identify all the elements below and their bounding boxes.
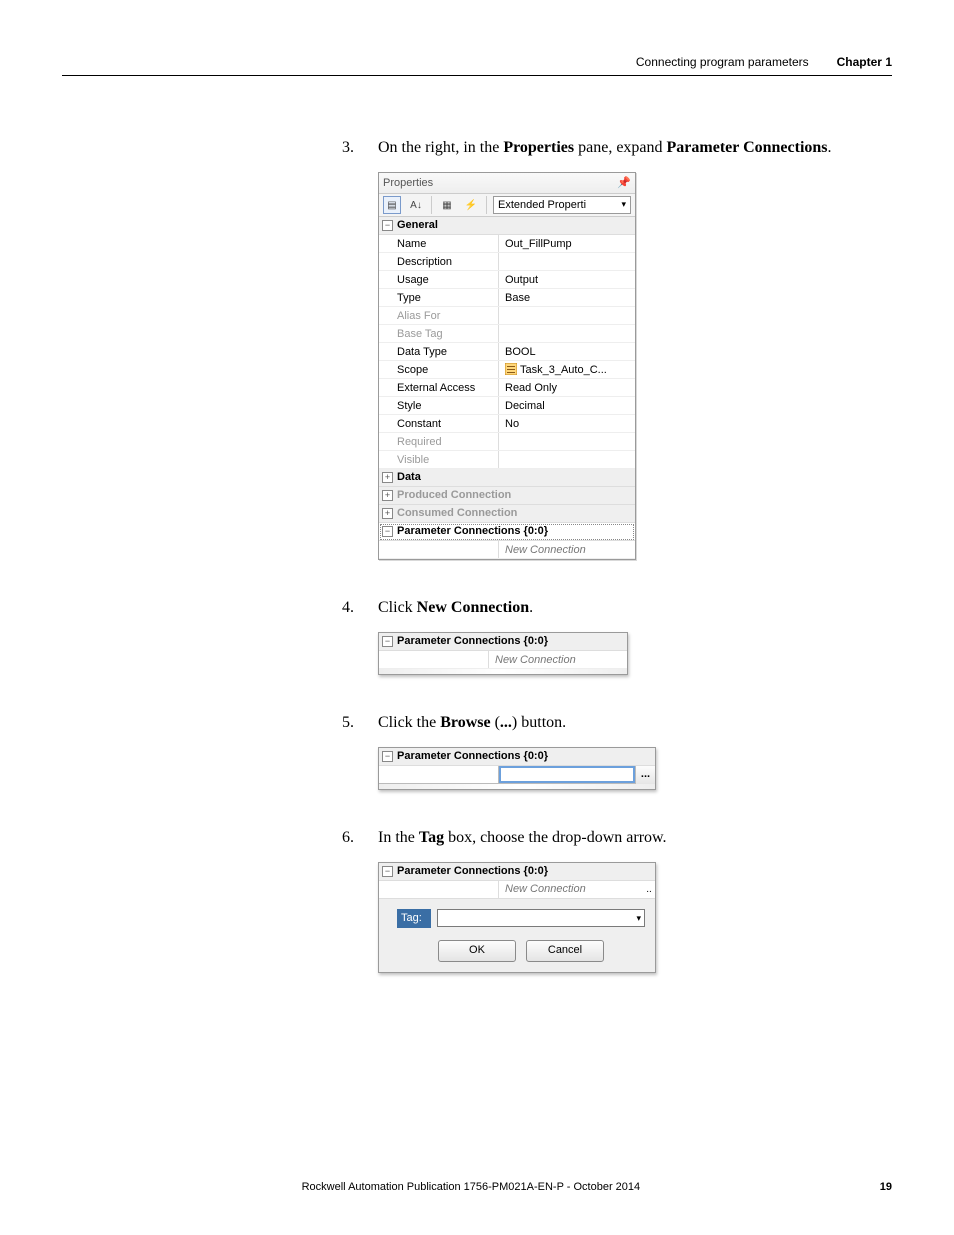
step-5-number: 5. xyxy=(342,711,360,818)
category-consumed-connection: + Consumed Connection xyxy=(379,505,635,523)
properties-toolbar: ▤ A↓ ▦ ⚡ Extended Properti▾ xyxy=(379,193,635,217)
step-4-text: Click New Connection. xyxy=(378,596,892,620)
prop-row-constant: ConstantNo xyxy=(379,415,635,433)
browse-dots[interactable]: .. xyxy=(643,881,655,898)
header-rule xyxy=(62,75,892,76)
category-data[interactable]: + Data xyxy=(379,469,635,487)
prop-row-basetag: Base Tag xyxy=(379,325,635,343)
category-parameter-connections[interactable]: − Parameter Connections {0:0} xyxy=(379,633,627,651)
collapse-icon[interactable]: − xyxy=(382,751,393,762)
expand-icon: + xyxy=(382,490,393,501)
new-connection-row[interactable]: New Connection xyxy=(379,541,635,559)
step-3-number: 3. xyxy=(342,136,360,588)
new-connection-row[interactable]: New Connection .. xyxy=(379,881,655,899)
param-conn-box-step6: − Parameter Connections {0:0} New Connec… xyxy=(378,862,656,973)
prop-row-description: Description xyxy=(379,253,635,271)
cancel-button[interactable]: Cancel xyxy=(526,940,604,962)
tag-label: Tag: xyxy=(397,909,431,928)
footer-page-number: 19 xyxy=(880,1181,892,1193)
properties-page-icon[interactable]: ▦ xyxy=(438,196,456,214)
expand-icon[interactable]: + xyxy=(382,472,393,483)
category-produced-connection: + Produced Connection xyxy=(379,487,635,505)
header-section: Connecting program parameters xyxy=(636,55,809,69)
categorize-icon[interactable]: ▤ xyxy=(383,196,401,214)
category-parameter-connections[interactable]: − Parameter Connections {0:0} xyxy=(379,748,655,766)
step-5-text: Click the Browse (...) button. xyxy=(378,711,892,735)
torn-edge xyxy=(379,784,655,789)
tag-dropdown[interactable]: ▾ xyxy=(437,909,645,927)
footer-publication: Rockwell Automation Publication 1756-PM0… xyxy=(62,1181,880,1193)
param-conn-box-step5: − Parameter Connections {0:0} ... xyxy=(378,747,656,790)
step-3-text: On the right, in the Properties pane, ex… xyxy=(378,136,892,160)
step-4-number: 4. xyxy=(342,596,360,703)
prop-row-visible: Visible xyxy=(379,451,635,469)
torn-edge xyxy=(379,669,627,674)
collapse-icon[interactable]: − xyxy=(382,526,393,537)
collapse-icon[interactable]: − xyxy=(382,866,393,877)
pin-icon[interactable]: 📌 xyxy=(617,175,631,192)
prop-row-type: TypeBase xyxy=(379,289,635,307)
toolbar-separator xyxy=(431,196,432,214)
category-parameter-connections[interactable]: − Parameter Connections {0:0} xyxy=(379,863,655,881)
connection-input[interactable] xyxy=(499,766,635,783)
properties-titlebar: Properties 📌 xyxy=(379,173,635,193)
param-conn-box-step4: − Parameter Connections {0:0} New Connec… xyxy=(378,632,628,675)
prop-row-datatype: Data TypeBOOL xyxy=(379,343,635,361)
new-connection-row[interactable]: New Connection xyxy=(379,651,627,669)
collapse-icon[interactable]: − xyxy=(382,636,393,647)
ok-button[interactable]: OK xyxy=(438,940,516,962)
scope-icon xyxy=(505,363,517,375)
prop-row-usage: UsageOutput xyxy=(379,271,635,289)
lightning-icon[interactable]: ⚡ xyxy=(462,196,480,214)
toolbar-separator xyxy=(486,196,487,214)
prop-row-required: Required xyxy=(379,433,635,451)
step-6-text: In the Tag box, choose the drop-down arr… xyxy=(378,826,892,850)
properties-title: Properties xyxy=(383,175,617,192)
prop-row-name: NameOut_FillPump xyxy=(379,235,635,253)
step-6-number: 6. xyxy=(342,826,360,993)
prop-row-style: StyleDecimal xyxy=(379,397,635,415)
header-chapter: Chapter 1 xyxy=(837,55,892,69)
category-general[interactable]: − General xyxy=(379,217,635,235)
expand-icon: + xyxy=(382,508,393,519)
collapse-icon[interactable]: − xyxy=(382,220,393,231)
prop-row-aliasfor: Alias For xyxy=(379,307,635,325)
browse-button[interactable]: ... xyxy=(635,766,655,784)
category-parameter-connections[interactable]: − Parameter Connections {0:0} xyxy=(379,523,635,541)
prop-row-externalaccess: External AccessRead Only xyxy=(379,379,635,397)
extended-properties-dropdown[interactable]: Extended Properti▾ xyxy=(493,196,631,214)
sort-icon[interactable]: A↓ xyxy=(407,196,425,214)
properties-panel: Properties 📌 ▤ A↓ ▦ ⚡ Extended Properti▾ xyxy=(378,172,636,560)
prop-row-scope: ScopeTask_3_Auto_C... xyxy=(379,361,635,379)
dropdown-arrow-icon[interactable]: ▾ xyxy=(636,912,641,926)
connection-edit-row: ... xyxy=(379,766,655,784)
